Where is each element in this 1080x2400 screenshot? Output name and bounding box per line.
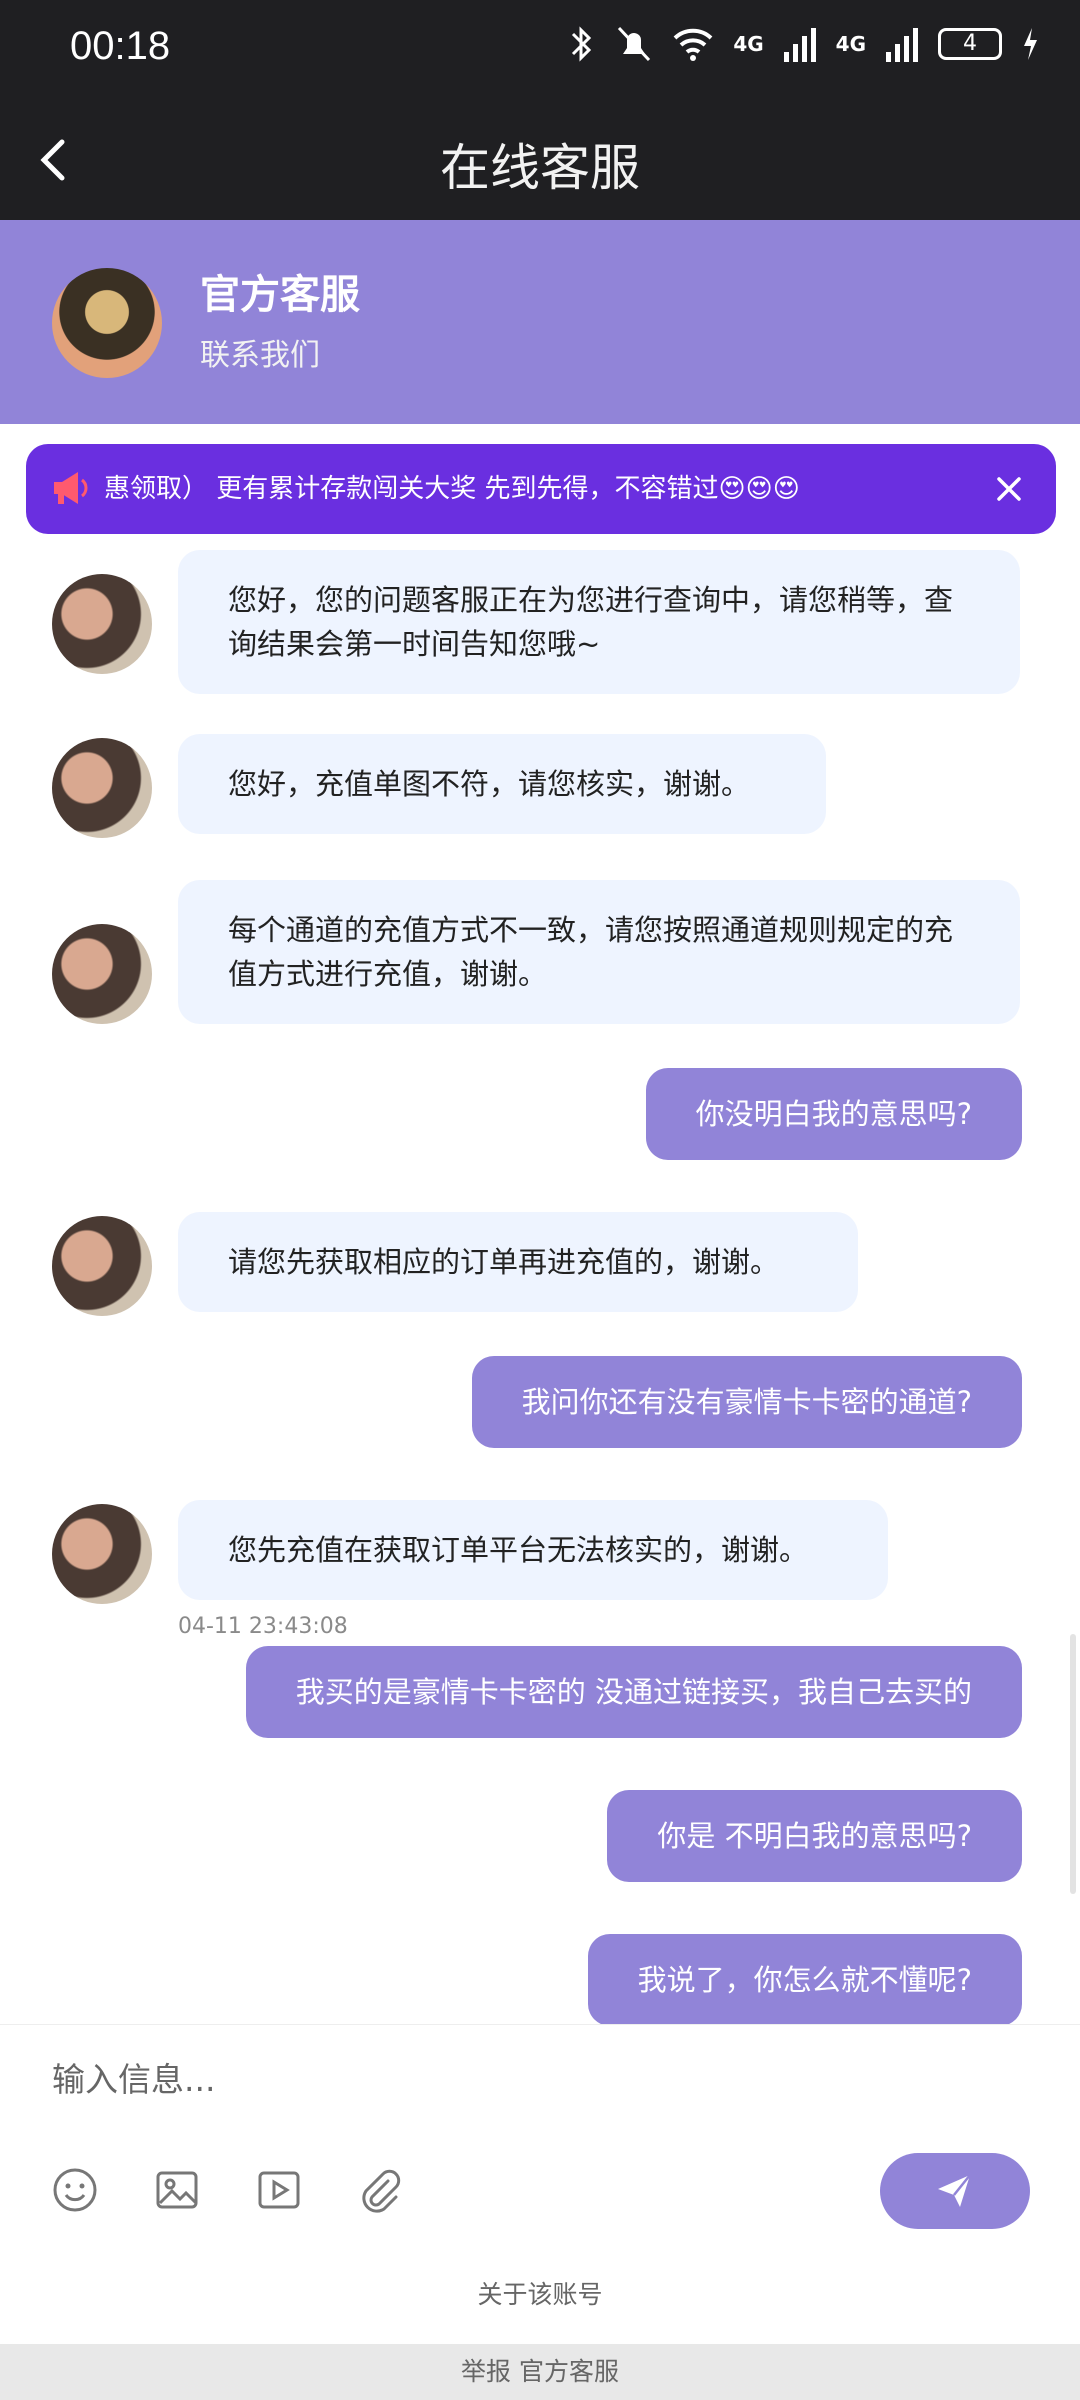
agent-message: 请您先获取相应的订单再进充值的，谢谢。 (178, 1212, 858, 1312)
service-avatar[interactable] (52, 268, 162, 378)
agent-message: 您好，充值单图不符，请您核实，谢谢。 (178, 734, 826, 834)
page-title: 在线客服 (440, 139, 640, 197)
status-time: 00:18 (70, 24, 171, 68)
message-row: 每个通道的充值方式不一致，请您按照通道规则规定的充值方式进行充值，谢谢。 (0, 880, 1080, 1030)
message-row: 您好，您的问题客服正在为您进行查询中，请您稍等，查询结果会第一时间告知您哦~ (0, 550, 1080, 710)
message-row: 我买的是豪情卡卡密的 没通过链接买，我自己去买的 (0, 1646, 1080, 1750)
send-icon (938, 2174, 971, 2207)
status-bar: 00:18 4G 4G 4 (0, 0, 1080, 100)
agent-message: 您先充值在获取订单平台无法核实的，谢谢。 (178, 1500, 888, 1600)
user-message: 你没明白我的意思吗? (645, 1068, 1022, 1160)
message-row: 你是 不明白我的意思吗? (0, 1790, 1080, 1894)
user-message: 我买的是豪情卡卡密的 没通过链接买，我自己去买的 (245, 1646, 1022, 1738)
about-account-link[interactable]: 关于该账号 (0, 2275, 1080, 2311)
wifi-icon (673, 28, 713, 61)
agent-avatar[interactable] (52, 574, 152, 674)
message-input[interactable] (50, 2053, 1034, 2105)
signal-icon-2 (886, 28, 918, 62)
mute-icon (618, 26, 651, 62)
agent-avatar[interactable] (52, 1504, 152, 1604)
message-timestamp: 04-11 23:43:08 (178, 1614, 348, 1639)
report-link[interactable]: 举报 官方客服 (0, 2344, 1080, 2400)
promo-text: 惠领取） 更有累计存款闯关大奖 先到先得，不容错过😍😍😍 (104, 474, 800, 504)
agent-message: 每个通道的充值方式不一致，请您按照通道规则规定的充值方式进行充值，谢谢。 (178, 880, 1020, 1024)
agent-message: 您好，您的问题客服正在为您进行查询中，请您稍等，查询结果会第一时间告知您哦~ (178, 550, 1020, 694)
battery-level: 4 (963, 31, 977, 56)
chat-area[interactable]: 您好，您的问题客服正在为您进行查询中，请您稍等，查询结果会第一时间告知您哦~ 您… (0, 534, 1080, 2024)
user-message: 我说了，你怎么就不懂呢? (587, 1934, 1022, 2024)
user-message: 我问你还有没有豪情卡卡密的通道? (471, 1356, 1022, 1448)
charging-icon (1024, 28, 1037, 60)
network-label-2: 4G (835, 32, 866, 56)
megaphone-icon (54, 472, 88, 504)
battery-icon: 4 (938, 28, 1002, 60)
message-row: 我问你还有没有豪情卡卡密的通道? (0, 1356, 1080, 1460)
chat-scrollbar[interactable] (1070, 1634, 1076, 1894)
user-message: 你是 不明白我的意思吗? (607, 1790, 1022, 1882)
service-header: 官方客服 联系我们 (0, 220, 1080, 424)
agent-avatar[interactable] (52, 738, 152, 838)
attachment-icon[interactable] (352, 2163, 406, 2217)
message-row: 请您先获取相应的订单再进充值的，谢谢。 (0, 1212, 1080, 1322)
close-icon[interactable] (982, 462, 1036, 516)
status-icons: 4G 4G 4 (567, 24, 1040, 64)
agent-avatar[interactable] (52, 1216, 152, 1316)
message-row: 您先充值在获取订单平台无法核实的，谢谢。 04-11 23:43:08 (0, 1500, 1080, 1650)
agent-avatar[interactable] (52, 924, 152, 1024)
message-row: 我说了，你怎么就不懂呢? (0, 1934, 1080, 2024)
emoji-icon[interactable] (48, 2163, 102, 2217)
message-row: 你没明白我的意思吗? (0, 1068, 1080, 1172)
signal-icon-1 (783, 28, 816, 62)
send-button[interactable] (880, 2153, 1030, 2229)
bluetooth-icon (572, 26, 592, 62)
title-bar: 在线客服 (0, 100, 1080, 220)
image-icon[interactable] (150, 2163, 204, 2217)
message-row: 您好，充值单图不符，请您核实，谢谢。 (0, 734, 1080, 844)
network-label-1: 4G (733, 32, 764, 56)
contact-link[interactable]: 联系我们 (200, 330, 320, 374)
video-icon[interactable] (252, 2163, 306, 2217)
promo-banner[interactable]: 惠领取） 更有累计存款闯关大奖 先到先得，不容错过😍😍😍 (26, 444, 1056, 534)
composer: 关于该账号 (0, 2024, 1080, 2345)
service-name: 官方客服 (200, 272, 360, 318)
